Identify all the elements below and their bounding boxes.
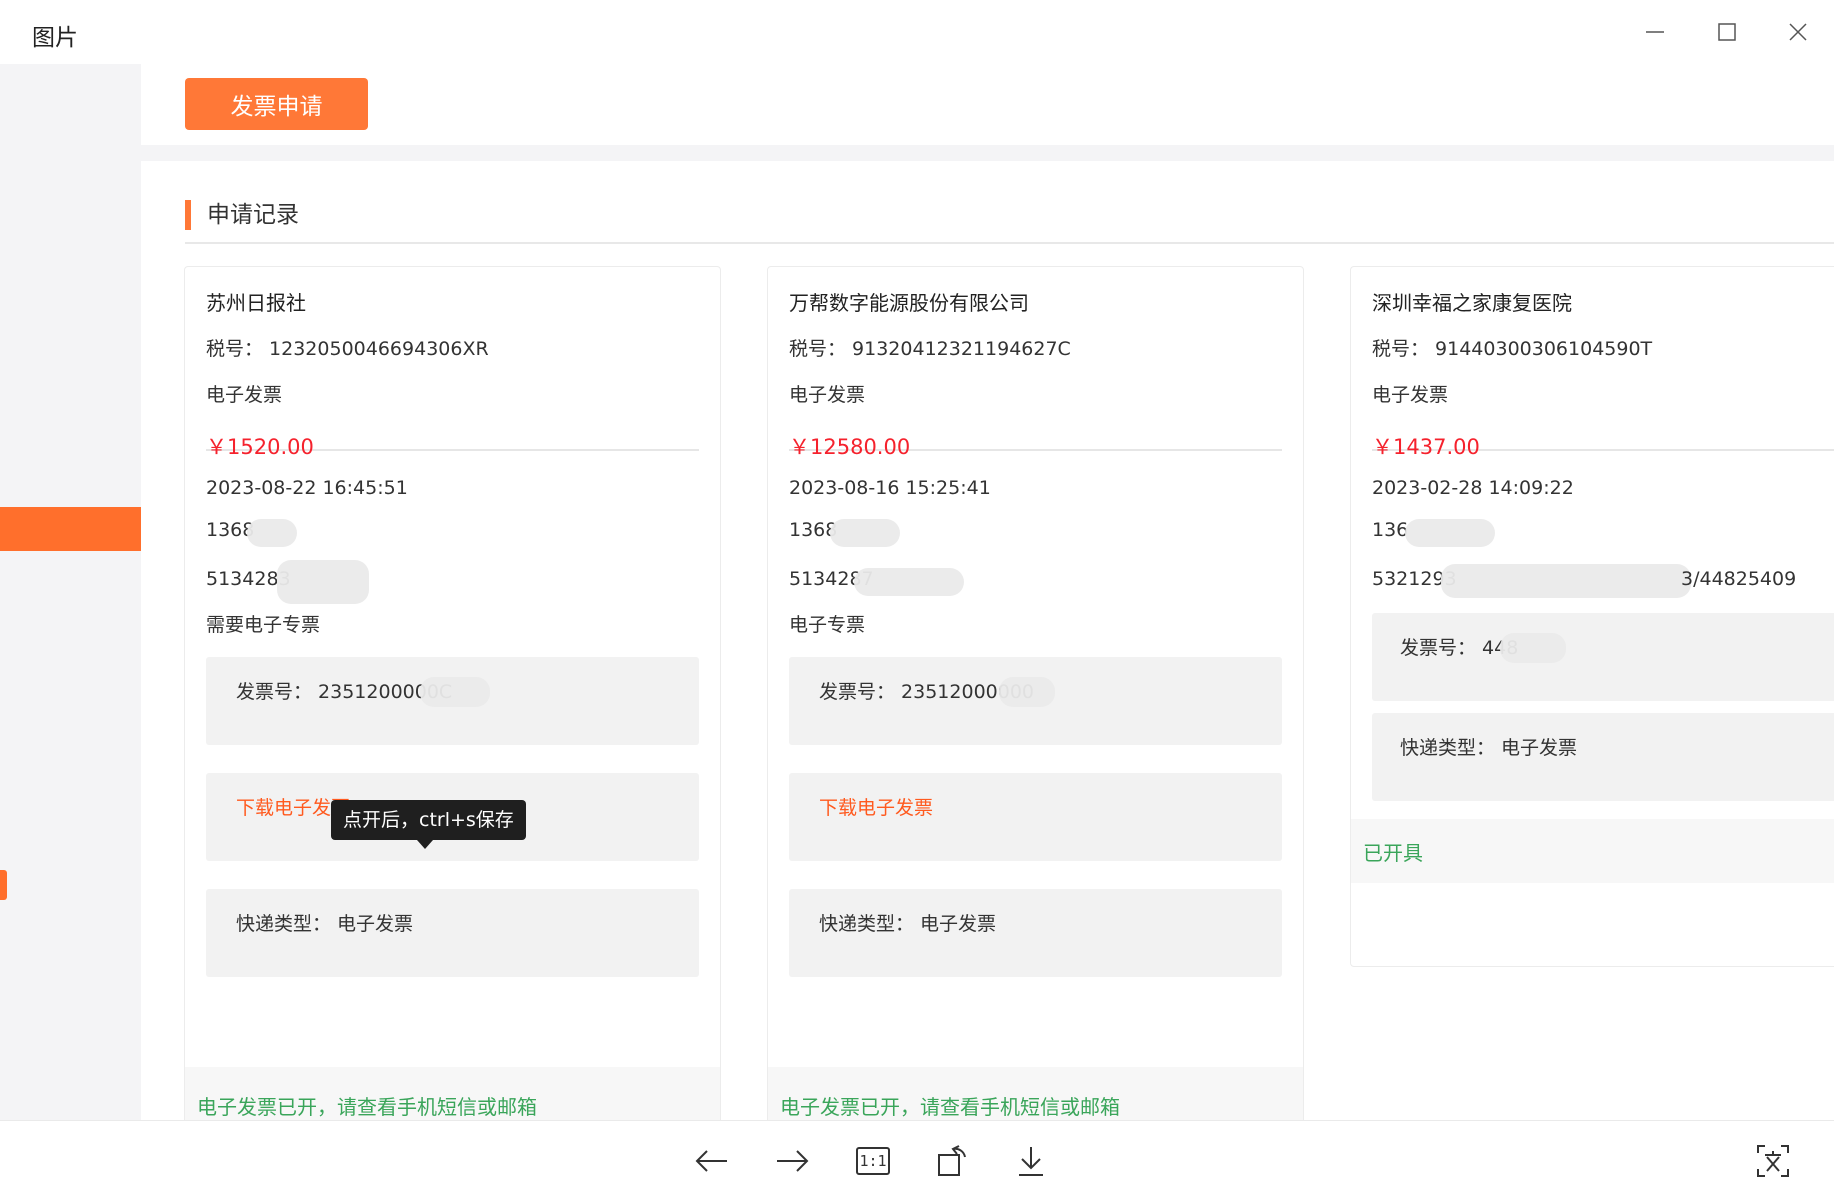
invoice-number-box: 发票号： 2351200000C	[206, 657, 699, 745]
card-status-bar: 电子发票已开，请查看手机短信或邮箱	[768, 1067, 1303, 1120]
invoice-card: 深圳幸福之家康复医院 税号： 91440300306104590T 电子发票 ￥…	[1350, 266, 1834, 967]
invoice-status: 电子发票已开，请查看手机短信或邮箱	[780, 1095, 1120, 1119]
apply-datetime: 2023-08-16 15:25:41	[789, 477, 991, 499]
tax-id: 税号： 91440300306104590T	[1372, 338, 1653, 360]
text-recognition-button[interactable]	[1751, 1141, 1795, 1181]
maximize-icon	[1718, 23, 1736, 41]
redaction-mask	[420, 677, 490, 707]
sidebar	[0, 64, 141, 1120]
express-type-box: 快递类型： 电子发票	[206, 889, 699, 977]
express-type: 快递类型： 电子发票	[819, 913, 997, 935]
text-recognition-icon	[1757, 1145, 1789, 1177]
next-image-button[interactable]	[770, 1141, 814, 1181]
invoice-note: 需要电子专票	[206, 614, 321, 636]
section-marker	[185, 200, 191, 230]
company-name: 深圳幸福之家康复医院	[1372, 291, 1572, 315]
download-button[interactable]	[1009, 1141, 1053, 1181]
download-icon	[1019, 1147, 1043, 1176]
card-status-bar: 已开具	[1351, 819, 1834, 883]
redaction-mask	[854, 568, 964, 596]
title-bar: 图片	[0, 0, 1834, 64]
express-type-box: 快递类型： 电子发票	[1372, 713, 1834, 801]
arrow-left-icon	[695, 1150, 727, 1172]
close-button[interactable]	[1768, 10, 1828, 54]
invoice-number-box: 发票号： 23512000000	[789, 657, 1282, 745]
company-name: 苏州日报社	[206, 291, 306, 315]
window-title: 图片	[32, 25, 78, 51]
redaction-mask	[1405, 519, 1495, 547]
invoice-type: 电子发票	[1372, 384, 1449, 406]
apply-datetime: 2023-02-28 14:09:22	[1372, 477, 1574, 499]
sidebar-edge-tab[interactable]	[0, 870, 7, 900]
redaction-mask	[999, 677, 1055, 707]
actual-size-button[interactable]: 1:1	[851, 1141, 895, 1181]
invoice-card: 苏州日报社 税号： 1232050046694306XR 电子发票 ￥1520.…	[184, 266, 721, 1120]
rotate-button[interactable]	[931, 1141, 975, 1181]
invoice-apply-button[interactable]: 发票申请	[185, 78, 368, 130]
invoice-type: 电子发票	[206, 384, 283, 406]
tax-id: 税号： 1232050046694306XR	[206, 338, 489, 360]
tax-id: 税号： 91320412321194627C	[789, 338, 1071, 360]
invoice-card: 万帮数字能源股份有限公司 税号： 91320412321194627C 电子发票…	[767, 266, 1304, 1120]
address-tail: 3/44825409	[1681, 568, 1797, 590]
section-separator	[141, 145, 1834, 161]
apply-datetime: 2023-08-22 16:45:51	[206, 477, 408, 499]
express-type: 快递类型： 电子发票	[1400, 737, 1578, 759]
actual-size-label: 1:1	[856, 1147, 890, 1175]
main-content: 发票申请 申请记录 苏州日报社 税号： 1232050046694306XR 电…	[141, 64, 1834, 1120]
minimize-icon	[1646, 31, 1664, 33]
image-viewport: 发票申请 申请记录 苏州日报社 税号： 1232050046694306XR 电…	[0, 64, 1834, 1120]
express-type-box: 快递类型： 电子发票	[789, 889, 1282, 977]
minimize-button[interactable]	[1625, 10, 1685, 54]
invoice-note: 电子专票	[789, 614, 866, 636]
maximize-button[interactable]	[1697, 10, 1757, 54]
invoice-amount: ￥12580.00	[789, 435, 911, 459]
invoice-amount: ￥1437.00	[1372, 435, 1480, 459]
tooltip-arrow	[417, 840, 433, 849]
redaction-mask	[1441, 564, 1691, 598]
viewer-toolbar: 1:1	[0, 1120, 1834, 1201]
company-name: 万帮数字能源股份有限公司	[789, 291, 1029, 315]
redaction-mask	[1500, 633, 1566, 663]
invoice-number-box: 发票号： 448	[1372, 613, 1834, 701]
previous-image-button[interactable]	[690, 1141, 734, 1181]
close-icon	[1789, 23, 1807, 41]
redaction-mask	[277, 560, 369, 604]
redaction-mask	[830, 519, 900, 547]
invoice-type: 电子发票	[789, 384, 866, 406]
sidebar-active-item[interactable]	[0, 507, 141, 551]
download-box: 下载电子发票	[789, 773, 1282, 861]
invoice-status: 已开具	[1363, 841, 1423, 865]
express-type: 快递类型： 电子发票	[236, 913, 414, 935]
section-divider	[185, 242, 1834, 244]
save-tooltip: 点开后，ctrl+s保存	[331, 800, 526, 840]
card-status-bar: 电子发票已开，请查看手机短信或邮箱	[185, 1067, 720, 1120]
arrow-right-icon	[777, 1150, 809, 1172]
invoice-status: 电子发票已开，请查看手机短信或邮箱	[197, 1095, 537, 1119]
section-title: 申请记录	[207, 202, 299, 228]
invoice-amount: ￥1520.00	[206, 435, 314, 459]
redaction-mask	[247, 519, 297, 547]
download-invoice-link[interactable]: 下载电子发票	[819, 793, 933, 820]
rotate-icon	[938, 1145, 966, 1176]
phone-number: 136	[1372, 519, 1409, 541]
